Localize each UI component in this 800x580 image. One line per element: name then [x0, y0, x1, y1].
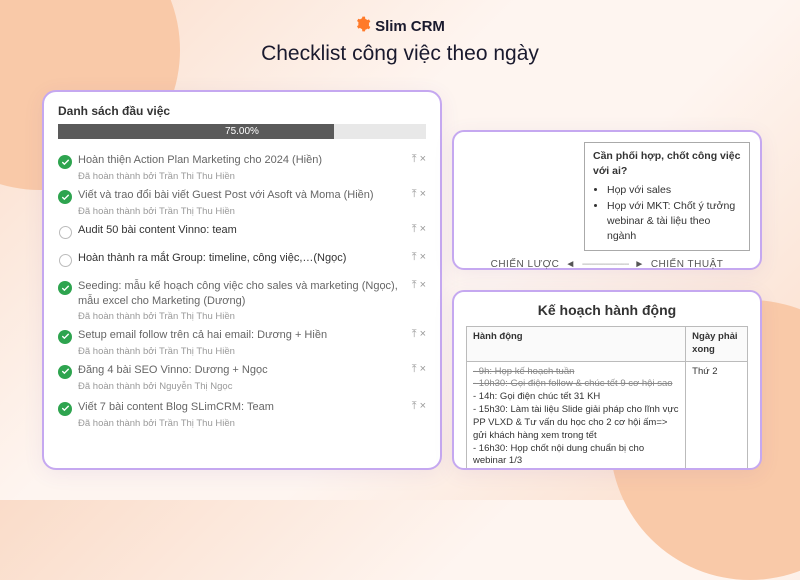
arrow-right-icon: ►	[634, 259, 644, 270]
brand-name-normal: Slim	[375, 18, 407, 35]
close-icon[interactable]: ×	[420, 153, 426, 166]
close-icon[interactable]: ×	[420, 188, 426, 201]
close-icon[interactable]: ×	[420, 328, 426, 341]
tactic-label: CHIẾN THUẬT	[651, 259, 724, 270]
pin-icon[interactable]: ⤒	[412, 363, 417, 376]
pin-icon[interactable]: ⤒	[412, 223, 417, 236]
pin-icon[interactable]: ⤒	[412, 188, 417, 201]
task-row: Setup email follow trên cả hai email: Dư…	[58, 324, 426, 348]
task-text[interactable]: Hoàn thành ra mắt Group: timeline, công …	[78, 251, 406, 266]
close-icon[interactable]: ×	[420, 251, 426, 264]
pin-icon[interactable]: ⤒	[412, 400, 417, 413]
close-icon[interactable]: ×	[420, 279, 426, 292]
progress-label: 75.00%	[58, 124, 426, 139]
collab-heading: Cần phối hợp, chốt công việc với ai?	[593, 149, 741, 179]
progress-bar[interactable]: 75.00%	[58, 124, 426, 139]
task-row: Audit 50 bài content Vinno: team ⤒×	[58, 219, 426, 243]
task-text[interactable]: Hoàn thiện Action Plan Marketing cho 202…	[78, 153, 406, 168]
checkmark-icon[interactable]	[58, 281, 72, 295]
pin-icon[interactable]: ⤒	[412, 279, 417, 292]
unchecked-icon[interactable]	[58, 253, 72, 267]
collab-bullet: Họp với MKT: Chốt ý tưởng webinar & tài …	[607, 199, 741, 245]
task-text[interactable]: Viết và trao đổi bài viết Guest Post với…	[78, 188, 406, 203]
plan-table: Hành động Ngày phải xong - 9h: Họp kế ho…	[466, 326, 748, 470]
task-row: Hoàn thành ra mắt Group: timeline, công …	[58, 247, 426, 271]
collab-bullet: Họp với sales	[607, 183, 741, 198]
checklist-panel: Danh sách đầu việc 75.00% Hoàn thiện Act…	[42, 90, 442, 470]
close-icon[interactable]: ×	[420, 400, 426, 413]
collaboration-panel: Cần phối hợp, chốt công việc với ai? Họp…	[452, 130, 762, 270]
strategy-tactic-arrow: CHIẾN LƯỢC ◄ -------------------- ► CHIẾ…	[464, 251, 750, 270]
brand-logo: SlimCRM	[0, 16, 800, 37]
strategy-label: CHIẾN LƯỢC	[491, 259, 560, 270]
checkmark-icon[interactable]	[58, 365, 72, 379]
action-plan-panel: Kế hoạch hành động Hành động Ngày phải x…	[452, 290, 762, 470]
task-text[interactable]: Đăng 4 bài SEO Vinno: Dương + Ngọc	[78, 363, 406, 378]
checklist-header: Danh sách đầu việc	[58, 104, 426, 118]
plan-line: - 14h: Gọi điện chúc tết 31 KH	[473, 391, 679, 404]
task-row: Seeding: mẫu kế hoạch công việc cho sale…	[58, 275, 426, 313]
arrow-left-icon: ◄	[565, 259, 575, 270]
plan-line: - 10h30: Gọi điện follow & chúc tết 9 cơ…	[473, 378, 679, 391]
close-icon[interactable]: ×	[420, 223, 426, 236]
task-text[interactable]: Seeding: mẫu kế hoạch công việc cho sale…	[78, 279, 406, 309]
task-text[interactable]: Viết 7 bài content Blog SLimCRM: Team	[78, 400, 406, 415]
plan-line: - 15h30: Làm tài liệu Slide giải pháp ch…	[473, 404, 679, 442]
pin-icon[interactable]: ⤒	[412, 153, 417, 166]
task-row: Viết và trao đổi bài viết Guest Post với…	[58, 184, 426, 208]
col-header-action: Hành động	[467, 327, 686, 362]
col-header-date: Ngày phải xong	[686, 327, 748, 362]
plan-title: Kế hoạch hành động	[466, 302, 748, 318]
page-title: Checklist công việc theo ngày	[0, 42, 800, 66]
checkmark-icon[interactable]	[58, 155, 72, 169]
pin-icon[interactable]: ⤒	[412, 251, 417, 264]
unchecked-icon[interactable]	[58, 225, 72, 239]
task-text[interactable]: Audit 50 bài content Vinno: team	[78, 223, 406, 238]
task-row: Hoàn thiện Action Plan Marketing cho 202…	[58, 149, 426, 173]
checkmark-icon[interactable]	[58, 330, 72, 344]
task-row: Viết 7 bài content Blog SLimCRM: Team ⤒×	[58, 396, 426, 420]
plan-line: - 16h30: Họp chốt nội dung chuẩn bị cho …	[473, 443, 679, 469]
plan-date: Thứ 2	[686, 361, 748, 470]
brand-name-bold: CRM	[411, 18, 445, 35]
close-icon[interactable]: ×	[420, 363, 426, 376]
checkmark-icon[interactable]	[58, 402, 72, 416]
checkmark-icon[interactable]	[58, 190, 72, 204]
gear-icon	[355, 16, 371, 36]
table-row: - 9h: Họp kế hoạch tuần - 10h30: Gọi điệ…	[467, 361, 748, 470]
task-text[interactable]: Setup email follow trên cả hai email: Dư…	[78, 328, 406, 343]
pin-icon[interactable]: ⤒	[412, 328, 417, 341]
task-row: Đăng 4 bài SEO Vinno: Dương + Ngọc ⤒×	[58, 359, 426, 383]
plan-line: - 9h: Họp kế hoạch tuần	[473, 366, 679, 379]
